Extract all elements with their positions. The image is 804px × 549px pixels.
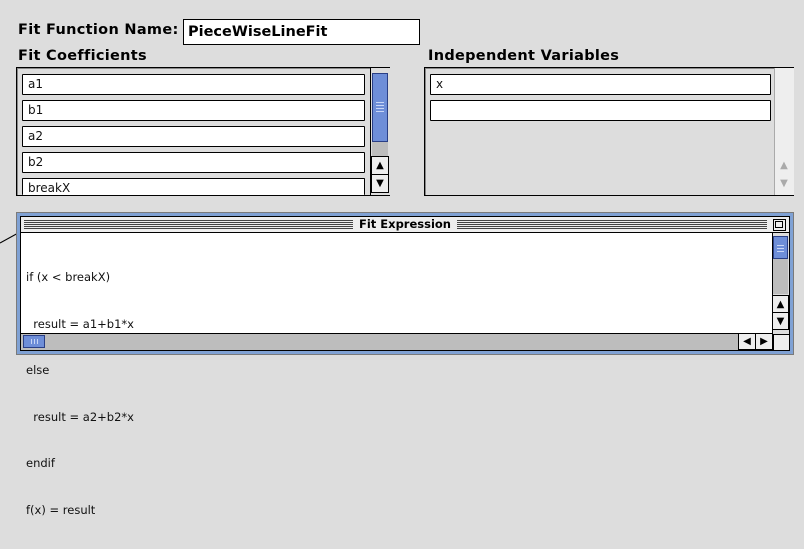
size-box[interactable]	[773, 334, 789, 350]
variables-scrollbar: ▲ ▼	[774, 68, 794, 195]
coefficients-scroll-down-button[interactable]: ▼	[371, 174, 389, 193]
coefficients-scroll-thumb[interactable]	[372, 73, 388, 142]
arrow-up-icon: ▲	[776, 298, 785, 310]
expression-hscroll-thumb[interactable]	[23, 335, 45, 348]
variable-cell[interactable]	[430, 100, 771, 121]
expression-scroll-up-button[interactable]: ▲	[772, 295, 789, 313]
coefficient-cell[interactable]: a2	[22, 126, 365, 147]
variables-scroll-up-button: ▲	[775, 156, 793, 175]
expression-scroll-left-button[interactable]: ◀	[738, 333, 756, 350]
coefficient-cell[interactable]: breakX	[22, 178, 365, 195]
code-line: f(x) = result	[26, 502, 96, 517]
independent-variables-label: Independent Variables	[428, 48, 620, 64]
expression-code[interactable]: if (x < breakX) result = a1+b1*x else re…	[26, 239, 134, 549]
coefficients-scrollbar[interactable]: ▲ ▼	[370, 68, 390, 195]
arrow-down-icon: ▼	[780, 178, 788, 189]
arrow-up-icon: ▲	[376, 160, 384, 171]
coefficients-list[interactable]: a1 b1 a2 b2 breakX ▲ ▼	[16, 67, 390, 196]
coefficient-cell[interactable]: a1	[22, 74, 365, 95]
code-line: endif	[26, 456, 55, 470]
variables-scroll-down-button: ▼	[775, 174, 793, 193]
code-line: result = a1+b1*x	[26, 316, 134, 331]
arrow-down-icon: ▼	[376, 178, 384, 189]
code-line: if (x < breakX)	[26, 270, 111, 284]
zoom-box-icon[interactable]	[773, 219, 786, 231]
expression-vscrollbar[interactable]: ▲ ▼	[772, 233, 789, 336]
expression-scroll-right-button[interactable]: ▶	[755, 333, 773, 350]
arrow-up-icon: ▲	[780, 160, 788, 171]
expression-title: Fit Expression	[353, 217, 457, 231]
variable-cell[interactable]: x	[430, 74, 771, 95]
fit-expression-window: Fit Expression if (x < breakX) result = …	[16, 212, 794, 517]
expression-vscroll-thumb[interactable]	[773, 236, 788, 259]
arrow-down-icon: ▼	[776, 315, 785, 327]
code-line: result = a2+b2*x	[26, 409, 134, 424]
fit-coefficients-label: Fit Coefficients	[18, 48, 147, 64]
arrow-right-icon: ▶	[760, 336, 768, 347]
arrow-left-icon: ◀	[743, 336, 751, 347]
expression-titlebar[interactable]: Fit Expression	[21, 217, 789, 233]
coefficients-scroll-up-button[interactable]: ▲	[371, 156, 389, 175]
coefficient-cell[interactable]: b2	[22, 152, 365, 173]
independent-variables-list[interactable]: x ▲ ▼	[424, 67, 794, 196]
function-name-input[interactable]: PieceWiseLineFit	[183, 19, 420, 45]
expression-hscrollbar[interactable]: ◀ ▶	[21, 333, 773, 350]
coefficient-cell[interactable]: b1	[22, 100, 365, 121]
function-name-label: Fit Function Name:	[18, 22, 179, 38]
code-line: else	[26, 363, 50, 377]
expression-scroll-down-button[interactable]: ▼	[772, 312, 789, 330]
